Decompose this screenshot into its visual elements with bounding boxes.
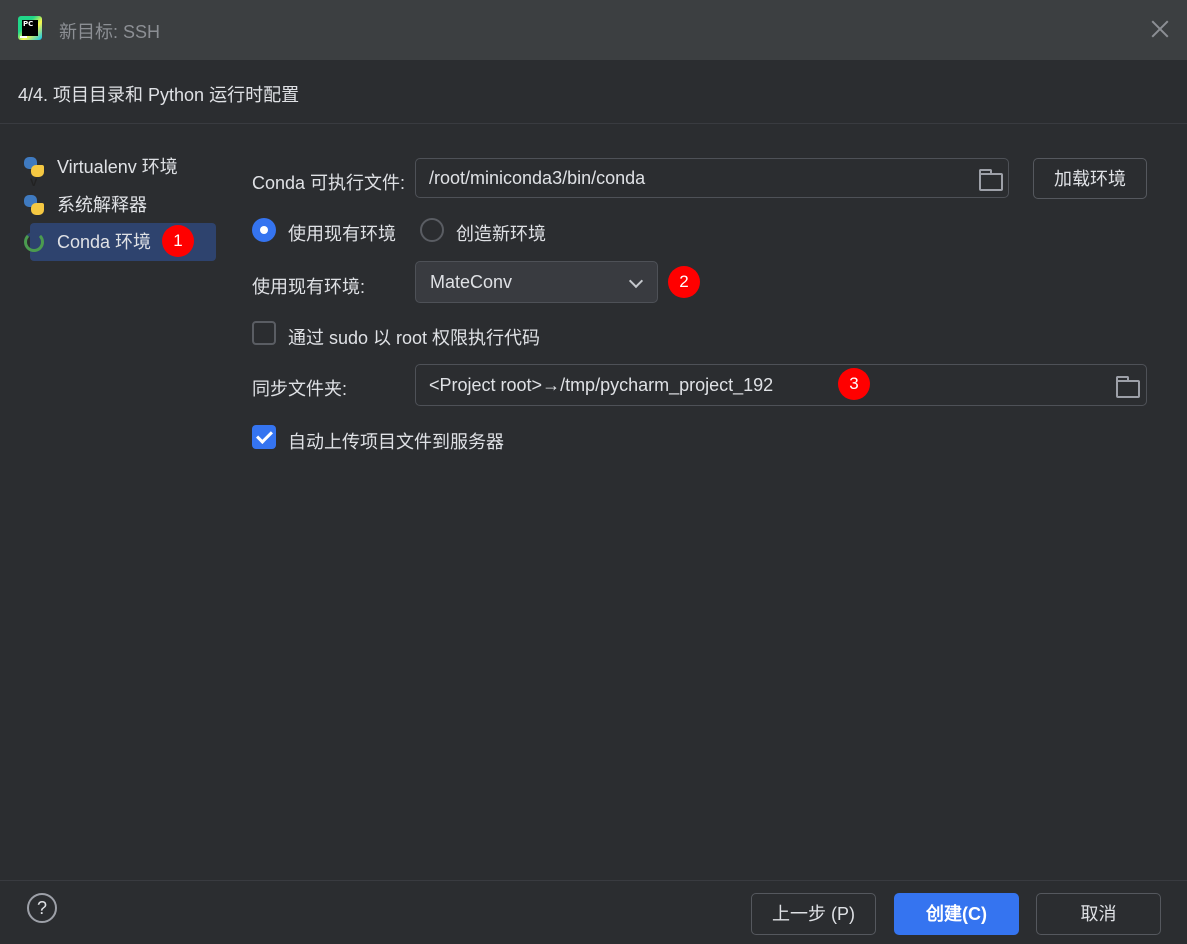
sidebar-item-system-interpreter[interactable]: 系统解释器 <box>24 186 216 224</box>
sync-folders-field[interactable]: <Project root>→/tmp/pycharm_project_192 <box>415 364 1147 406</box>
auto-upload-label: 自动上传项目文件到服务器 <box>288 432 504 452</box>
app-icon-text: PC <box>23 20 34 28</box>
divider <box>0 123 1187 124</box>
create-new-env-radio[interactable] <box>420 218 444 242</box>
create-button[interactable]: 创建(C) <box>894 893 1019 935</box>
existing-env-value: MateConv <box>430 272 513 292</box>
close-icon[interactable] <box>1149 18 1171 40</box>
annotation-badge-2: 2 <box>668 266 700 298</box>
load-environment-button[interactable]: 加载环境 <box>1033 158 1147 199</box>
python-venv-icon: V <box>24 157 44 189</box>
auto-upload-checkbox[interactable] <box>252 425 276 449</box>
conda-path-value: /root/miniconda3/bin/conda <box>429 168 646 188</box>
sidebar-item-virtualenv[interactable]: V Virtualenv 环境 <box>24 148 216 189</box>
folder-icon[interactable] <box>1116 376 1140 398</box>
sudo-checkbox[interactable] <box>252 321 276 345</box>
sidebar-item-label: Virtualenv 环境 <box>57 157 178 177</box>
divider <box>0 880 1187 881</box>
sync-folders-value: <Project root>→/tmp/pycharm_project_192 <box>429 375 774 395</box>
conda-executable-field[interactable]: /root/miniconda3/bin/conda <box>415 158 1009 198</box>
use-existing-env-label: 使用现有环境 <box>288 224 396 244</box>
title-bar: PC 新目标: SSH <box>0 0 1187 60</box>
sidebar-item-label: Conda 环境 <box>57 232 152 252</box>
conda-icon <box>24 232 44 252</box>
python-icon <box>24 195 44 215</box>
annotation-badge-3: 3 <box>838 368 870 400</box>
window-title: 新目标: SSH <box>59 22 161 42</box>
folder-icon[interactable] <box>979 169 1003 191</box>
previous-button[interactable]: 上一步 (P) <box>751 893 876 935</box>
conda-executable-label: Conda 可执行文件: <box>252 173 406 193</box>
help-icon[interactable]: ? <box>27 893 57 923</box>
chevron-down-icon <box>628 273 644 289</box>
pycharm-logo-icon: PC <box>18 16 42 40</box>
sidebar-item-label: 系统解释器 <box>57 195 147 215</box>
use-existing-env-radio[interactable] <box>252 218 276 242</box>
sudo-label: 通过 sudo 以 root 权限执行代码 <box>288 328 541 348</box>
cancel-button[interactable]: 取消 <box>1036 893 1161 935</box>
annotation-badge-1: 1 <box>162 225 194 257</box>
existing-env-select[interactable]: MateConv <box>415 261 658 303</box>
create-new-env-label: 创造新环境 <box>456 224 546 244</box>
existing-env-label: 使用现有环境: <box>252 277 366 297</box>
step-title: 4/4. 项目目录和 Python 运行时配置 <box>18 85 300 105</box>
sync-folders-label: 同步文件夹: <box>252 379 348 399</box>
